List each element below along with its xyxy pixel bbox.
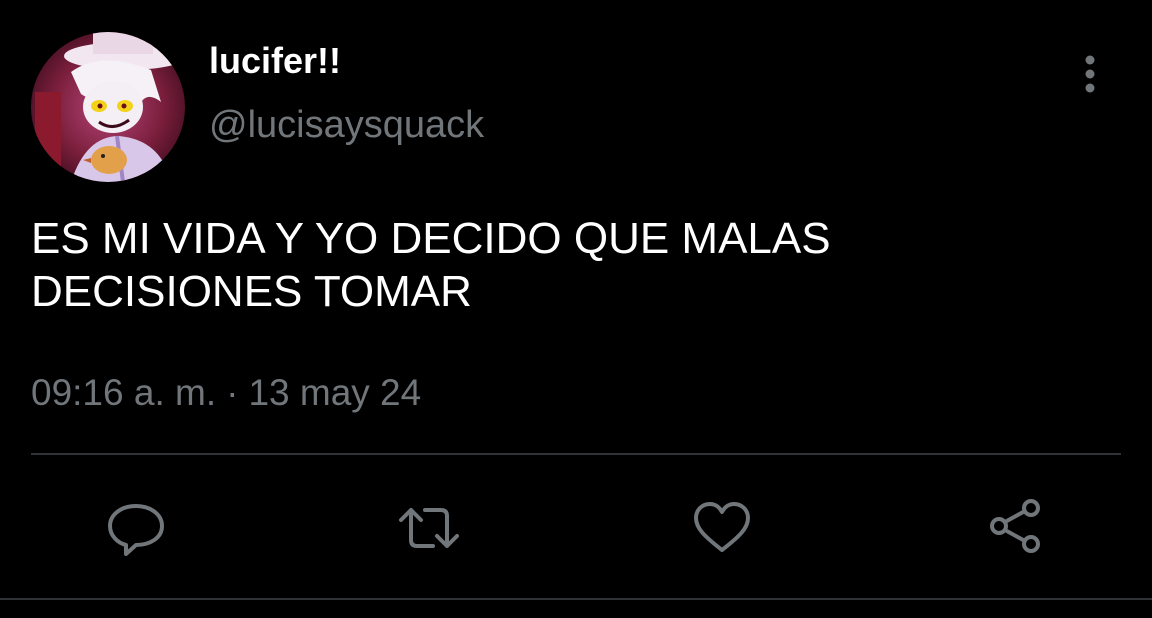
more-options-button[interactable]: [1072, 52, 1108, 100]
tweet-body-text: ES MI VIDA Y YO DECIDO QUE MALAS DECISIO…: [31, 212, 1031, 318]
timestamp-separator: ·: [226, 372, 239, 413]
actions-divider: [31, 453, 1121, 455]
more-vertical-icon: [1085, 55, 1095, 93]
share-icon: [990, 499, 1040, 553]
author-display-name[interactable]: lucifer!!: [209, 40, 341, 82]
bottom-divider: [0, 598, 1152, 600]
tweet-date: 13 may 24: [248, 372, 422, 413]
like-button[interactable]: [690, 496, 754, 560]
retweet-icon: [399, 508, 459, 548]
reply-button[interactable]: [104, 496, 168, 560]
heart-icon: [694, 502, 750, 552]
retweet-button[interactable]: [397, 496, 461, 560]
tweet-text-line: ES MI VIDA Y YO DECIDO QUE MALAS: [31, 214, 831, 263]
avatar-image-icon: [31, 32, 185, 182]
profile-avatar[interactable]: [31, 32, 185, 182]
reply-bubble-icon: [108, 504, 164, 556]
share-button[interactable]: [985, 496, 1049, 560]
author-handle[interactable]: @lucisaysquack: [209, 104, 484, 147]
tweet-text-line: DECISIONES TOMAR: [31, 267, 472, 316]
tweet-timestamp[interactable]: 09:16 a. m. · 13 may 24: [31, 372, 421, 414]
tweet-card: lucifer!! @lucisaysquack ES MI VIDA Y YO…: [0, 0, 1152, 618]
tweet-time: 09:16 a. m.: [31, 372, 217, 413]
